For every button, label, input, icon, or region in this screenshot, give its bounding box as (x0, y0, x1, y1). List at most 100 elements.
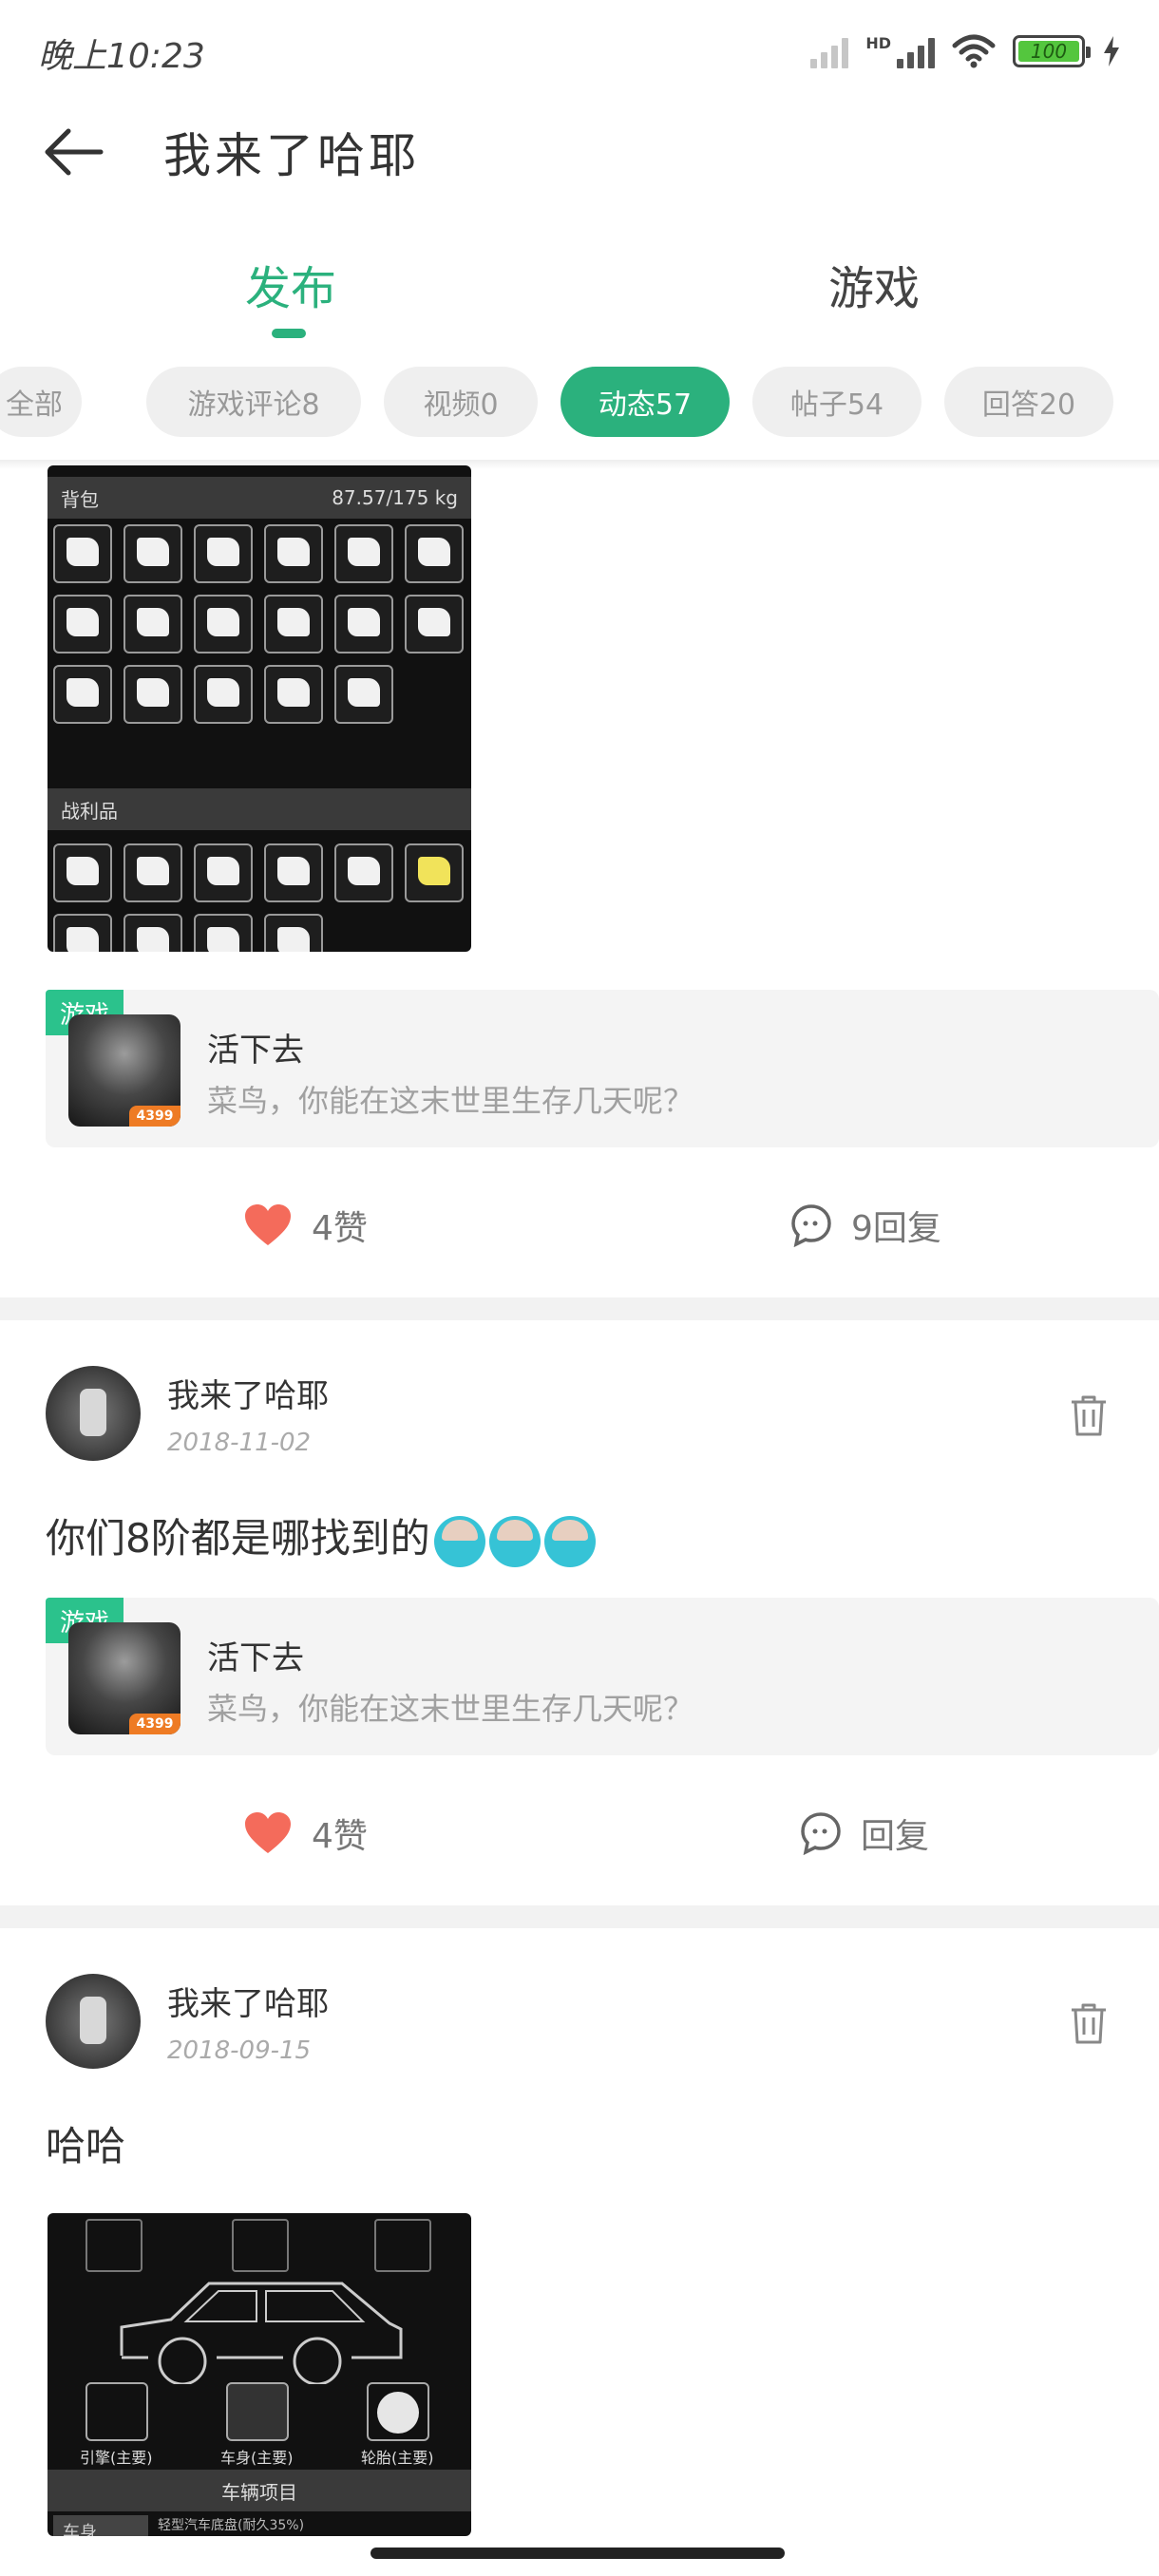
comment-icon (801, 1812, 841, 1855)
post-username[interactable]: 我来了哈耶 (167, 1370, 329, 1416)
inventory-loot-label: 战利品 (61, 799, 118, 823)
inventory-slot (264, 665, 323, 724)
post-separator (0, 1905, 1159, 1928)
facepalm-emoji-icon (433, 1515, 485, 1567)
battery-level: 100 (1030, 40, 1068, 63)
filter-chip-videos[interactable]: 视频0 (384, 367, 538, 437)
filter-chip-all[interactable]: 全部 (0, 367, 82, 437)
game-icon: 4399 (68, 1014, 180, 1127)
user-avatar[interactable] (46, 1974, 141, 2069)
loot-slot (264, 843, 323, 902)
inventory-loot-bar: 战利品 (48, 788, 471, 830)
game-desc: 菜鸟，你能在这末世里生存几天呢？ (207, 1083, 694, 1119)
engine-label: 引擎(主要) (80, 2449, 153, 2467)
reply-label: 回复 (861, 1817, 930, 1856)
loot-slot (405, 843, 464, 902)
filter-chip-moments[interactable]: 动态57 (560, 367, 730, 437)
like-button[interactable]: 4赞 (243, 1201, 368, 1250)
user-avatar[interactable] (46, 1366, 141, 1461)
loot-slot (53, 843, 112, 902)
game-card[interactable]: 游戏 4399 活下去 菜鸟，你能在这末世里生存几天呢？ (46, 990, 1159, 1147)
facepalm-emoji-icon (488, 1515, 541, 1567)
car-slot (374, 2219, 431, 2272)
wheel-label: 轮胎(主要) (361, 2449, 434, 2467)
loot-slot (264, 914, 323, 952)
trash-icon[interactable] (1068, 2000, 1110, 2046)
inventory-slot (124, 595, 182, 653)
filter-chip-answers[interactable]: 回答20 (944, 367, 1113, 437)
trash-icon[interactable] (1068, 1392, 1110, 1438)
game-icon: 4399 (68, 1622, 180, 1734)
hd-label: HD (865, 33, 891, 52)
post-separator (0, 1297, 1159, 1320)
game-name: 活下去 (207, 1032, 304, 1070)
inventory-slot (334, 595, 393, 653)
loot-slot (124, 843, 182, 902)
loot-slot (194, 843, 253, 902)
game-card[interactable]: 游戏 4399 活下去 菜鸟，你能在这末世里生存几天呢？ (46, 1598, 1159, 1755)
car-body-tab: 车身 (53, 2515, 148, 2536)
inventory-slot (194, 524, 253, 583)
game-desc: 菜鸟，你能在这末世里生存几天呢？ (207, 1691, 694, 1727)
post-username[interactable]: 我来了哈耶 (167, 1978, 329, 2024)
status-bar: 晚上10:23 HD 100 (0, 0, 1159, 104)
status-icons: HD 100 (810, 32, 1121, 70)
car-slot (86, 2219, 142, 2272)
post-date: 2018-09-15 (167, 2036, 312, 2065)
reply-count: 9回复 (851, 1209, 941, 1248)
inventory-slot (264, 524, 323, 583)
reply-button[interactable]: 9回复 (790, 1201, 941, 1250)
tab-publish[interactable]: 发布 (245, 251, 336, 317)
game-name: 活下去 (207, 1639, 304, 1677)
engine-slot (86, 2382, 148, 2441)
tab-indicator (272, 329, 306, 338)
car-section-bar: 车辆项目 (48, 2470, 471, 2511)
game-badge: 4399 (129, 1106, 180, 1127)
post-text-content: 你们8阶都是哪找到的 (46, 1515, 430, 1562)
like-count: 4赞 (312, 1817, 368, 1856)
game-badge: 4399 (129, 1714, 180, 1734)
inventory-slot (405, 524, 464, 583)
inventory-backpack-label: 背包 (61, 487, 99, 511)
car-chassis-info: 轻型汽车底盘(耐久35%) (158, 2518, 305, 2533)
status-time: 晚上10:23 (38, 37, 205, 76)
home-indicator[interactable] (370, 2548, 785, 2559)
inventory-backpack-bar: 背包 87.57/175 kg (48, 477, 471, 519)
filter-chip-game-reviews[interactable]: 游戏评论8 (146, 367, 361, 437)
signal-sim2-icon (897, 34, 935, 68)
loot-slot (124, 914, 182, 952)
post-image-inventory[interactable]: 背包 87.57/175 kg 战利品 (48, 465, 471, 952)
car-outline-icon (120, 2282, 403, 2384)
body-slot (226, 2382, 289, 2441)
like-count: 4赞 (312, 1209, 368, 1248)
tab-games[interactable]: 游戏 (828, 251, 920, 317)
filter-chips: 全部 游戏评论8 视频0 动态57 帖子54 回答20 (0, 367, 1159, 443)
comment-icon (791, 1204, 831, 1247)
loot-slot (53, 914, 112, 952)
post-image-car[interactable]: 引擎(主要) 车身(主要) 轮胎(主要) 车辆项目 车身 轻型汽车底盘(耐久35… (48, 2213, 471, 2536)
inventory-slot (194, 595, 253, 653)
inventory-weight: 87.57/175 kg (332, 486, 458, 509)
filter-chip-posts[interactable]: 帖子54 (752, 367, 922, 437)
wifi-icon (952, 34, 996, 68)
car-section-label: 车辆项目 (221, 2480, 297, 2504)
loot-slot (334, 843, 393, 902)
inventory-slot (124, 665, 182, 724)
inventory-slot (53, 665, 112, 724)
reply-button[interactable]: 回复 (800, 1809, 929, 1858)
like-button[interactable]: 4赞 (243, 1809, 368, 1858)
battery-icon: 100 (1013, 35, 1091, 67)
inventory-slot (405, 595, 464, 653)
post-text: 你们8阶都是哪找到的 (46, 1506, 596, 1567)
signal-sim1-icon (810, 34, 849, 68)
charging-icon (1104, 36, 1119, 66)
inventory-slot (264, 595, 323, 653)
heart-icon (245, 1812, 291, 1853)
facepalm-emoji-icon (543, 1515, 596, 1567)
inventory-slot (53, 595, 112, 653)
back-arrow-icon[interactable] (40, 123, 116, 180)
wheel-slot (367, 2382, 429, 2441)
inventory-slot (194, 665, 253, 724)
inventory-slot (334, 665, 393, 724)
heart-icon (245, 1204, 291, 1245)
